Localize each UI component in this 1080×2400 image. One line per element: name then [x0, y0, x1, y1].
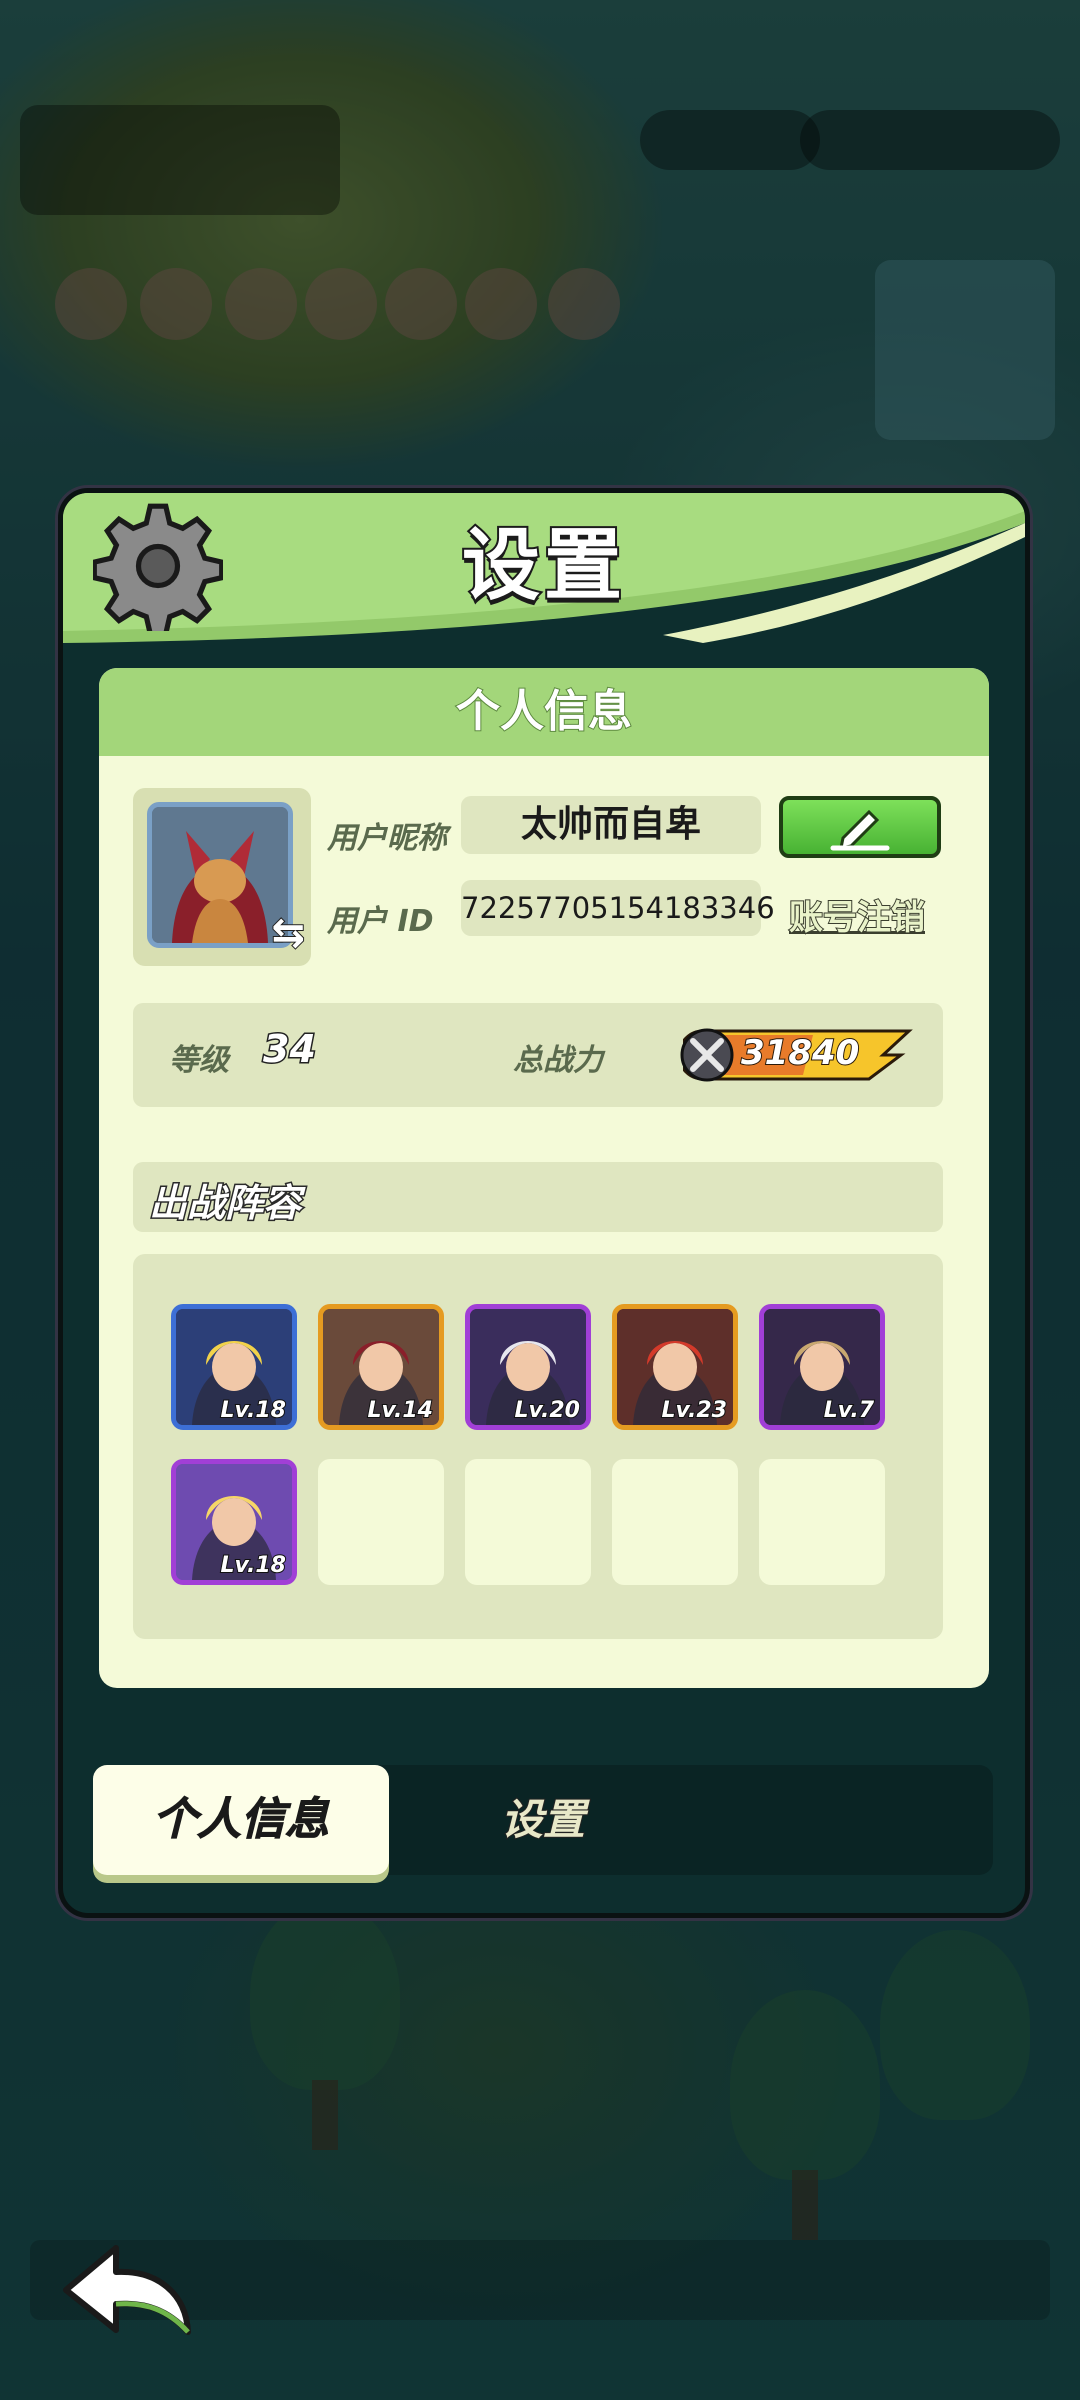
level-value: 34 [262, 1026, 318, 1073]
hero-level: Lv.20 [513, 1397, 581, 1424]
lineup-grid: Lv.18 Lv.14 Lv.20 Lv.23 Lv.7 Lv.18 [133, 1254, 943, 1639]
power-label: 总战力 [513, 1043, 603, 1078]
edit-nickname-button[interactable] [779, 796, 941, 858]
settings-panel: 设置 个人信息 ⇆ 用户昵称 太帅而自卑 用户 ID 7225770515418… [58, 488, 1030, 1918]
hero-card[interactable]: Lv.23 [612, 1304, 738, 1430]
lineup-title: 出战阵容 [147, 1180, 302, 1227]
hero-card[interactable]: Lv.20 [465, 1304, 591, 1430]
nickname-label: 用户昵称 [327, 821, 447, 856]
hero-card[interactable]: Lv.18 [171, 1304, 297, 1430]
lineup-header: 出战阵容 [133, 1162, 943, 1232]
hero-level: Lv.14 [366, 1397, 434, 1424]
tab-personal-info[interactable]: 个人信息 [93, 1765, 389, 1875]
user-id-field: 72257705154183346 [461, 880, 775, 936]
empty-hero-slot[interactable] [759, 1459, 885, 1585]
swap-arrows-icon[interactable]: ⇆ [270, 909, 305, 957]
user-id-label: 用户 ID [327, 904, 434, 939]
crossed-swords-icon [680, 1028, 734, 1082]
hero-card[interactable]: Lv.14 [318, 1304, 444, 1430]
cancel-account-link[interactable]: 账号注销 [788, 890, 926, 939]
hero-level: Lv.23 [660, 1397, 728, 1424]
back-arrow-icon[interactable] [58, 2240, 198, 2340]
panel-header: 设置 [63, 493, 1025, 643]
level-label: 等级 [169, 1043, 229, 1078]
hero-level: Lv.18 [219, 1397, 287, 1424]
nickname-field: 太帅而自卑 [461, 796, 761, 854]
power-value: 31840 [740, 1032, 860, 1074]
avatar-container[interactable]: ⇆ [133, 788, 311, 966]
tab-personal-info-label: 个人信息 [153, 1794, 330, 1846]
stats-bar: 等级 34 总战力 31840 [133, 1003, 943, 1107]
profile-content: 个人信息 ⇆ 用户昵称 太帅而自卑 用户 ID 7225770515418334… [99, 668, 989, 1688]
empty-hero-slot[interactable] [612, 1459, 738, 1585]
hero-level: Lv.7 [823, 1397, 875, 1424]
empty-hero-slot[interactable] [318, 1459, 444, 1585]
hero-level: Lv.18 [219, 1552, 287, 1579]
section-header: 个人信息 [99, 668, 989, 756]
power-badge: 31840 [680, 1027, 913, 1083]
hero-card[interactable]: Lv.7 [759, 1304, 885, 1430]
pencil-icon [830, 809, 890, 851]
tab-bar: 个人信息 设置 [93, 1765, 993, 1875]
tab-settings[interactable]: 设置 [393, 1765, 693, 1875]
panel-title: 设置 [460, 519, 626, 613]
empty-hero-slot[interactable] [465, 1459, 591, 1585]
hero-card[interactable]: Lv.18 [171, 1459, 297, 1585]
